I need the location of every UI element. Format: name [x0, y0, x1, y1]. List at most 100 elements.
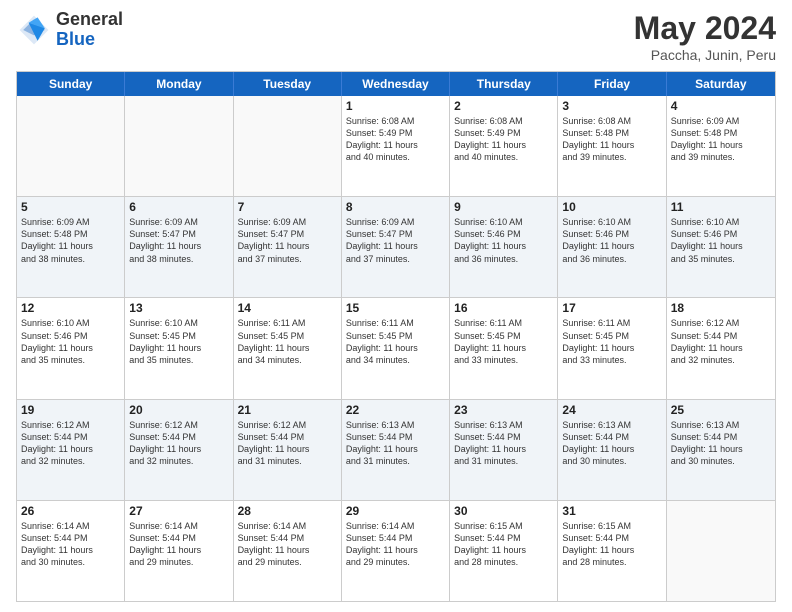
day-info: Sunrise: 6:13 AM Sunset: 5:44 PM Dayligh… — [346, 419, 445, 468]
day-number: 25 — [671, 403, 771, 417]
calendar-cell-5-3: 28Sunrise: 6:14 AM Sunset: 5:44 PM Dayli… — [234, 501, 342, 601]
calendar-cell-3-3: 14 Sunrise: 6:11 AM Sunset: 5:45 PM Dayli… — [234, 298, 342, 398]
calendar-cell-4-7: 25 Sunrise: 6:13 AM Sunset: 5:44 PM Dayli… — [667, 400, 775, 500]
day-info: Sunrise: 6:09 AM Sunset: 5:47 PM Dayligh… — [129, 216, 228, 265]
day-number: 3 — [562, 99, 661, 113]
day-number: 26 — [21, 504, 120, 518]
day-number: 21 — [238, 403, 337, 417]
day-info: Sunrise: 6:09 AM Sunset: 5:48 PM Dayligh… — [21, 216, 120, 265]
calendar-cell-3-4: 15 Sunrise: 6:11 AM Sunset: 5:45 PM Dayli… — [342, 298, 450, 398]
calendar-cell-3-6: 17Sunrise: 6:11 AM Sunset: 5:45 PM Dayli… — [558, 298, 666, 398]
calendar-cell-1-7: 4Sunrise: 6:09 AM Sunset: 5:48 PM Daylig… — [667, 96, 775, 196]
day-number: 28 — [238, 504, 337, 518]
calendar-cell-1-4: 1Sunrise: 6:08 AM Sunset: 5:49 PM Daylig… — [342, 96, 450, 196]
calendar-cell-1-1 — [17, 96, 125, 196]
day-info: Sunrise: 6:11 AM Sunset: 5:45 PM Dayligh… — [454, 317, 553, 366]
day-number: 16 — [454, 301, 553, 315]
day-number: 4 — [671, 99, 771, 113]
calendar-cell-3-7: 18 Sunrise: 6:12 AM Sunset: 5:44 PM Dayli… — [667, 298, 775, 398]
day-number: 8 — [346, 200, 445, 214]
logo-general-text: General — [56, 10, 123, 30]
day-number: 23 — [454, 403, 553, 417]
day-info: Sunrise: 6:10 AM Sunset: 5:46 PM Dayligh… — [562, 216, 661, 265]
day-number: 18 — [671, 301, 771, 315]
calendar-row-4: 19 Sunrise: 6:12 AM Sunset: 5:44 PM Dayli… — [17, 399, 775, 500]
day-number: 22 — [346, 403, 445, 417]
calendar-cell-2-6: 10 Sunrise: 6:10 AM Sunset: 5:46 PM Dayli… — [558, 197, 666, 297]
day-info: Sunrise: 6:10 AM Sunset: 5:46 PM Dayligh… — [454, 216, 553, 265]
calendar-header: SundayMondayTuesdayWednesdayThursdayFrid… — [17, 72, 775, 96]
calendar-header-monday: Monday — [125, 72, 233, 96]
calendar-cell-4-1: 19 Sunrise: 6:12 AM Sunset: 5:44 PM Dayli… — [17, 400, 125, 500]
day-number: 7 — [238, 200, 337, 214]
calendar-header-saturday: Saturday — [667, 72, 775, 96]
title-block: May 2024 Paccha, Junin, Peru — [634, 10, 776, 63]
day-number: 1 — [346, 99, 445, 113]
day-info: Sunrise: 6:09 AM Sunset: 5:47 PM Dayligh… — [346, 216, 445, 265]
day-info: Sunrise: 6:13 AM Sunset: 5:44 PM Dayligh… — [562, 419, 661, 468]
calendar-cell-2-7: 11Sunrise: 6:10 AM Sunset: 5:46 PM Dayli… — [667, 197, 775, 297]
calendar-cell-2-4: 8 Sunrise: 6:09 AM Sunset: 5:47 PM Daylig… — [342, 197, 450, 297]
calendar-cell-5-7 — [667, 501, 775, 601]
calendar-cell-4-6: 24 Sunrise: 6:13 AM Sunset: 5:44 PM Dayli… — [558, 400, 666, 500]
day-info: Sunrise: 6:12 AM Sunset: 5:44 PM Dayligh… — [21, 419, 120, 468]
logo-text: General Blue — [56, 10, 123, 50]
day-info: Sunrise: 6:14 AM Sunset: 5:44 PM Dayligh… — [346, 520, 445, 569]
day-number: 5 — [21, 200, 120, 214]
day-number: 27 — [129, 504, 228, 518]
calendar-cell-3-5: 16 Sunrise: 6:11 AM Sunset: 5:45 PM Dayli… — [450, 298, 558, 398]
day-number: 30 — [454, 504, 553, 518]
calendar-header-thursday: Thursday — [450, 72, 558, 96]
day-number: 13 — [129, 301, 228, 315]
day-info: Sunrise: 6:11 AM Sunset: 5:45 PM Dayligh… — [346, 317, 445, 366]
day-number: 19 — [21, 403, 120, 417]
day-number: 12 — [21, 301, 120, 315]
calendar-header-friday: Friday — [558, 72, 666, 96]
calendar-cell-2-5: 9 Sunrise: 6:10 AM Sunset: 5:46 PM Daylig… — [450, 197, 558, 297]
calendar-cell-5-1: 26Sunrise: 6:14 AM Sunset: 5:44 PM Dayli… — [17, 501, 125, 601]
calendar: SundayMondayTuesdayWednesdayThursdayFrid… — [16, 71, 776, 602]
day-info: Sunrise: 6:15 AM Sunset: 5:44 PM Dayligh… — [562, 520, 661, 569]
location-subtitle: Paccha, Junin, Peru — [634, 47, 776, 63]
calendar-cell-4-2: 20 Sunrise: 6:12 AM Sunset: 5:44 PM Dayli… — [125, 400, 233, 500]
calendar-cell-1-2 — [125, 96, 233, 196]
calendar-cell-1-3 — [234, 96, 342, 196]
day-info: Sunrise: 6:13 AM Sunset: 5:44 PM Dayligh… — [671, 419, 771, 468]
day-number: 24 — [562, 403, 661, 417]
day-number: 29 — [346, 504, 445, 518]
day-info: Sunrise: 6:11 AM Sunset: 5:45 PM Dayligh… — [238, 317, 337, 366]
calendar-header-wednesday: Wednesday — [342, 72, 450, 96]
day-number: 14 — [238, 301, 337, 315]
day-number: 2 — [454, 99, 553, 113]
day-info: Sunrise: 6:10 AM Sunset: 5:46 PM Dayligh… — [21, 317, 120, 366]
calendar-cell-2-1: 5 Sunrise: 6:09 AM Sunset: 5:48 PM Daylig… — [17, 197, 125, 297]
calendar-cell-5-2: 27 Sunrise: 6:14 AM Sunset: 5:44 PM Dayli… — [125, 501, 233, 601]
day-number: 10 — [562, 200, 661, 214]
day-info: Sunrise: 6:15 AM Sunset: 5:44 PM Dayligh… — [454, 520, 553, 569]
logo-blue-text: Blue — [56, 30, 123, 50]
day-info: Sunrise: 6:12 AM Sunset: 5:44 PM Dayligh… — [671, 317, 771, 366]
day-info: Sunrise: 6:10 AM Sunset: 5:45 PM Dayligh… — [129, 317, 228, 366]
day-info: Sunrise: 6:12 AM Sunset: 5:44 PM Dayligh… — [238, 419, 337, 468]
day-number: 31 — [562, 504, 661, 518]
day-number: 6 — [129, 200, 228, 214]
day-info: Sunrise: 6:12 AM Sunset: 5:44 PM Dayligh… — [129, 419, 228, 468]
calendar-cell-1-6: 3 Sunrise: 6:08 AM Sunset: 5:48 PM Daylig… — [558, 96, 666, 196]
calendar-cell-4-3: 21 Sunrise: 6:12 AM Sunset: 5:44 PM Dayli… — [234, 400, 342, 500]
calendar-cell-1-5: 2 Sunrise: 6:08 AM Sunset: 5:49 PM Daylig… — [450, 96, 558, 196]
day-info: Sunrise: 6:11 AM Sunset: 5:45 PM Dayligh… — [562, 317, 661, 366]
calendar-cell-3-2: 13 Sunrise: 6:10 AM Sunset: 5:45 PM Dayli… — [125, 298, 233, 398]
day-info: Sunrise: 6:10 AM Sunset: 5:46 PM Dayligh… — [671, 216, 771, 265]
calendar-row-1: 1 Sunrise: 6:08 AM Sunset: 5:49 PM Daylig… — [17, 96, 775, 196]
day-number: 15 — [346, 301, 445, 315]
day-info: Sunrise: 6:08 AM Sunset: 5:48 PM Dayligh… — [562, 115, 661, 164]
header: General Blue May 2024 Paccha, Junin, Per… — [16, 10, 776, 63]
day-number: 20 — [129, 403, 228, 417]
calendar-cell-4-5: 23Sunrise: 6:13 AM Sunset: 5:44 PM Dayli… — [450, 400, 558, 500]
calendar-body: 1 Sunrise: 6:08 AM Sunset: 5:49 PM Daylig… — [17, 96, 775, 601]
day-info: Sunrise: 6:08 AM Sunset: 5:49 PM Dayligh… — [454, 115, 553, 164]
calendar-cell-2-3: 7Sunrise: 6:09 AM Sunset: 5:47 PM Daylig… — [234, 197, 342, 297]
day-number: 9 — [454, 200, 553, 214]
logo-icon — [16, 12, 52, 48]
day-info: Sunrise: 6:14 AM Sunset: 5:44 PM Dayligh… — [129, 520, 228, 569]
